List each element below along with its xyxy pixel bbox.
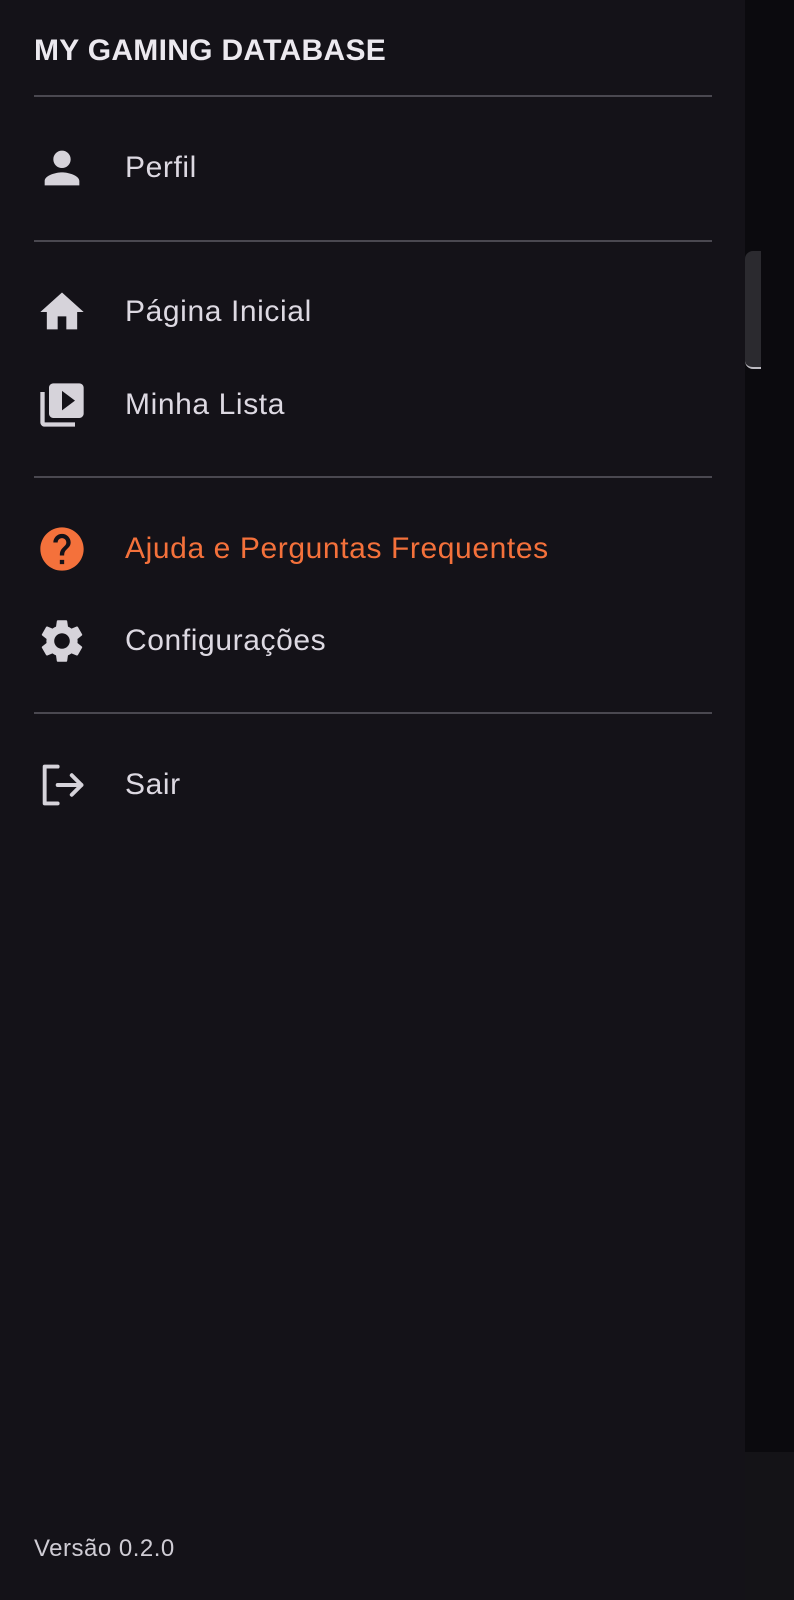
- drawer-item-ajuda[interactable]: Ajuda e Perguntas Frequentes: [0, 509, 745, 589]
- version-label: Versão 0.2.0: [34, 1535, 175, 1562]
- drawer-item-label: Sair: [125, 768, 181, 801]
- scrim-backdrop[interactable]: [745, 0, 794, 1600]
- person-icon: [34, 140, 90, 196]
- drawer-title: MY GAMING DATABASE: [34, 34, 387, 67]
- drawer-item-perfil[interactable]: Perfil: [0, 128, 745, 208]
- scrollbar[interactable]: [745, 251, 761, 369]
- divider: [34, 712, 712, 714]
- home-icon: [34, 284, 90, 340]
- drawer-item-label: Minha Lista: [125, 388, 286, 421]
- divider: [34, 95, 712, 97]
- video-library-icon: [34, 377, 90, 433]
- drawer-item-sair[interactable]: Sair: [0, 745, 745, 825]
- drawer-item-label: Ajuda e Perguntas Frequentes: [125, 532, 549, 565]
- drawer-item-configuracoes[interactable]: Configurações: [0, 601, 745, 681]
- help-icon: [34, 521, 90, 577]
- drawer-item-label: Página Inicial: [125, 295, 312, 328]
- drawer-item-label: Perfil: [125, 151, 197, 184]
- drawer-item-label: Configurações: [125, 624, 327, 657]
- divider: [34, 476, 712, 478]
- drawer-item-minha-lista[interactable]: Minha Lista: [0, 365, 745, 445]
- navigation-drawer: MY GAMING DATABASE Perfil Página Inicial…: [0, 0, 745, 1600]
- scrim-backdrop-bottom: [745, 1452, 794, 1600]
- divider: [34, 240, 712, 242]
- logout-icon: [34, 757, 90, 813]
- drawer-item-pagina-inicial[interactable]: Página Inicial: [0, 272, 745, 352]
- gear-icon: [34, 613, 90, 669]
